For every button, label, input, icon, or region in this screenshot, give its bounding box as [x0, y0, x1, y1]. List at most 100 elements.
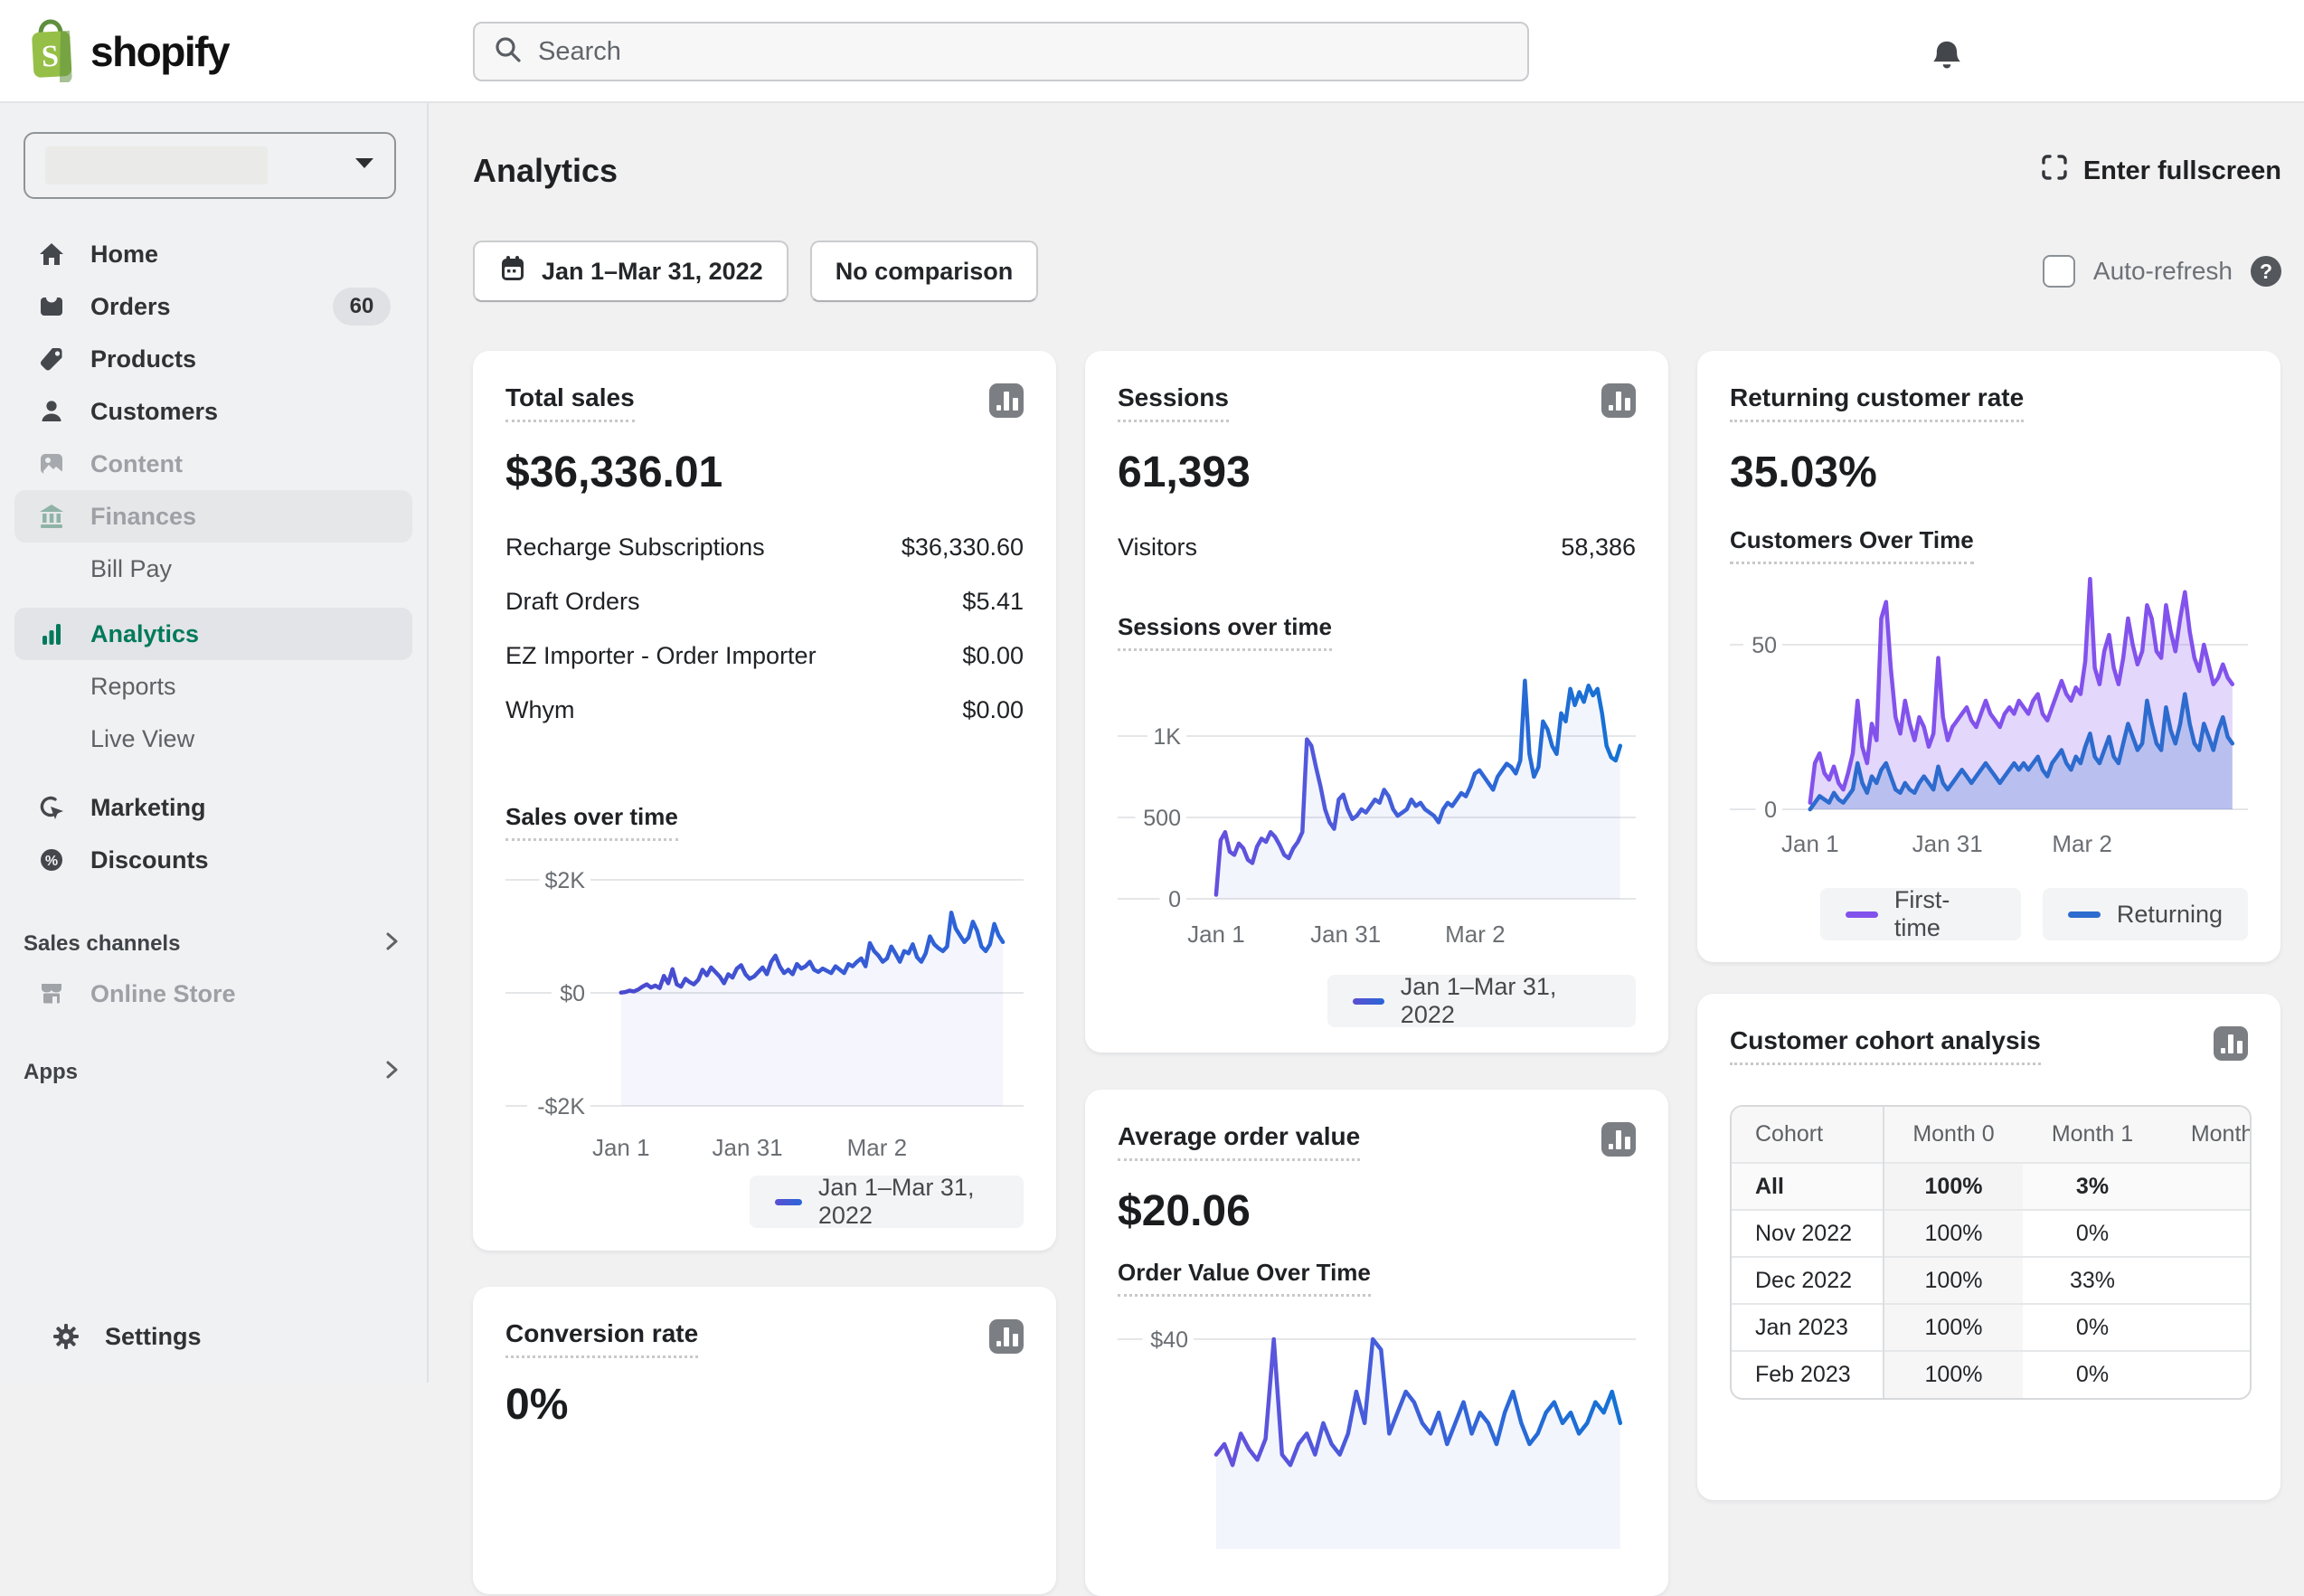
aov-title: Average order value [1118, 1122, 1360, 1161]
metric-row: Whym$0.00 [505, 694, 1024, 725]
legend-returning: Returning [2043, 888, 2248, 940]
order-value-over-time-label: Order Value Over Time [1118, 1259, 1371, 1297]
metric-row: Visitors58,386 [1118, 532, 1636, 562]
help-icon[interactable]: ? [2251, 256, 2281, 287]
sales-over-time-chart: $2K $0 -$2K Jan 1 Jan 31 Mar 2 [505, 855, 1024, 1172]
search-bar[interactable] [473, 22, 1529, 81]
apps-header[interactable]: Apps [14, 1049, 412, 1096]
svg-text:$2K: $2K [545, 868, 586, 893]
legend-date-range: Jan 1–Mar 31, 2022 [750, 1176, 1024, 1228]
bar-chart-icon[interactable] [2214, 1026, 2248, 1061]
sessions-over-time-label: Sessions over time [1118, 613, 1332, 651]
bar-chart-icon[interactable] [1601, 1122, 1636, 1157]
sidebar-item-discounts[interactable]: % Discounts [14, 834, 412, 886]
cohort-row: Feb 2023100% 0% [1732, 1351, 2252, 1398]
svg-text:Jan 31: Jan 31 [713, 1134, 783, 1161]
fullscreen-icon [2040, 153, 2069, 189]
customers-over-time-chart: 500Jan 1Jan 31Mar 2 [1730, 570, 2248, 868]
svg-text:-$2K: -$2K [537, 1094, 585, 1119]
discounts-percent-icon: % [36, 845, 67, 875]
online-store-icon [36, 978, 67, 1009]
sidebar-item-reports[interactable]: Reports [14, 660, 412, 713]
brand-wordmark: shopify [90, 27, 229, 76]
svg-text:Mar 2: Mar 2 [847, 1134, 907, 1161]
total-sales-title: Total sales [505, 383, 635, 422]
metric-row: EZ Importer - Order Importer$0.00 [505, 640, 1024, 671]
cohort-row-all: All100% 3% [1732, 1163, 2252, 1210]
sales-channels-header[interactable]: Sales channels [14, 921, 412, 968]
chevron-right-icon [380, 930, 403, 959]
sidebar-item-customers[interactable]: Customers [14, 385, 412, 438]
comparison-button[interactable]: No comparison [810, 241, 1039, 302]
sidebar-item-bill-pay[interactable]: Bill Pay [14, 543, 412, 595]
notification-bell-icon[interactable] [1928, 33, 1966, 75]
returning-customer-rate-card: Returning customer rate 35.03% Customers… [1697, 351, 2280, 962]
bar-chart-icon[interactable] [989, 383, 1024, 418]
conversion-value: 0% [505, 1380, 1024, 1430]
total-sales-card: Total sales $36,336.01 Recharge Subscrip… [473, 351, 1056, 1251]
shopify-bag-icon: S [24, 17, 80, 87]
svg-text:S: S [41, 39, 60, 73]
shopify-logo[interactable]: S shopify [24, 18, 229, 85]
date-range-button[interactable]: Jan 1–Mar 31, 2022 [473, 241, 788, 302]
enter-fullscreen-button[interactable]: Enter fullscreen [2040, 153, 2281, 189]
sidebar-item-live-view[interactable]: Live View [14, 713, 412, 765]
products-tag-icon [36, 344, 67, 374]
chevron-right-icon [380, 1058, 403, 1088]
search-input[interactable] [538, 37, 1442, 67]
auto-refresh-checkbox[interactable] [2043, 255, 2075, 288]
svg-text:Jan 1: Jan 1 [592, 1134, 650, 1161]
cohort-table: CohortMonth 0 Month 1Month 2 All100% 3% … [1730, 1105, 2252, 1400]
legend-dash-icon [1353, 998, 1384, 1005]
bar-chart-icon[interactable] [1601, 383, 1636, 418]
gear-icon [51, 1321, 81, 1352]
home-icon [36, 239, 67, 269]
returning-rate-title: Returning customer rate [1730, 383, 2024, 422]
sidebar-item-orders[interactable]: Orders 60 [14, 280, 412, 333]
sessions-over-time-chart: 1K5000Jan 1Jan 31Mar 2 [1118, 660, 1636, 959]
legend-first-time: First-time [1820, 888, 2021, 940]
orders-icon [36, 291, 67, 322]
sidebar-item-analytics[interactable]: Analytics [14, 608, 412, 660]
legend-dash-icon [1846, 911, 1878, 918]
sidebar-item-online-store[interactable]: Online Store [14, 968, 412, 1020]
sidebar-item-products[interactable]: Products [14, 333, 412, 385]
sessions-value: 61,393 [1118, 448, 1636, 497]
main-content: Analytics Enter fullscreen Jan 1–Mar [429, 103, 2304, 1383]
sidebar-item-marketing[interactable]: Marketing [14, 781, 412, 834]
legend-dash-icon [2068, 911, 2101, 918]
sales-over-time-label: Sales over time [505, 803, 678, 841]
order-value-over-time-chart: $40 [1118, 1306, 1636, 1595]
svg-text:%: % [45, 854, 58, 869]
customer-cohort-card: Customer cohort analysis CohortMonth 0 M… [1697, 994, 2280, 1500]
calendar-icon [498, 254, 527, 289]
store-selector[interactable] [24, 132, 396, 199]
marketing-target-icon [36, 792, 67, 823]
legend-date-range: Jan 1–Mar 31, 2022 [1327, 975, 1636, 1027]
svg-text:0: 0 [1168, 887, 1181, 912]
legend-dash-icon [775, 1199, 802, 1205]
orders-count-badge: 60 [333, 288, 391, 326]
caret-down-icon [354, 157, 374, 174]
sidebar-item-content[interactable]: Content [14, 438, 412, 490]
sidebar-item-home[interactable]: Home [14, 228, 412, 280]
content-image-icon [36, 449, 67, 479]
cohort-row: Dec 2022100% 33% [1732, 1257, 2252, 1304]
sidebar-nav: Home Orders 60 Products [0, 228, 427, 1096]
svg-text:Mar 2: Mar 2 [2052, 830, 2111, 857]
svg-text:50: 50 [1752, 633, 1777, 658]
svg-text:500: 500 [1143, 806, 1181, 831]
svg-text:Jan 31: Jan 31 [1912, 830, 1983, 857]
search-icon [493, 34, 524, 70]
sidebar-item-settings[interactable]: Settings [29, 1310, 398, 1363]
store-name-redacted [45, 146, 268, 184]
sidebar: Home Orders 60 Products [0, 103, 429, 1383]
returning-rate-value: 35.03% [1730, 448, 2248, 497]
customers-icon [36, 396, 67, 427]
svg-text:$0: $0 [560, 981, 585, 1006]
svg-text:Jan 1: Jan 1 [1187, 921, 1245, 948]
metric-row: Recharge Subscriptions$36,330.60 [505, 532, 1024, 562]
cohort-title: Customer cohort analysis [1730, 1026, 2041, 1065]
bar-chart-icon[interactable] [989, 1319, 1024, 1354]
sidebar-item-finances[interactable]: Finances [14, 490, 412, 543]
